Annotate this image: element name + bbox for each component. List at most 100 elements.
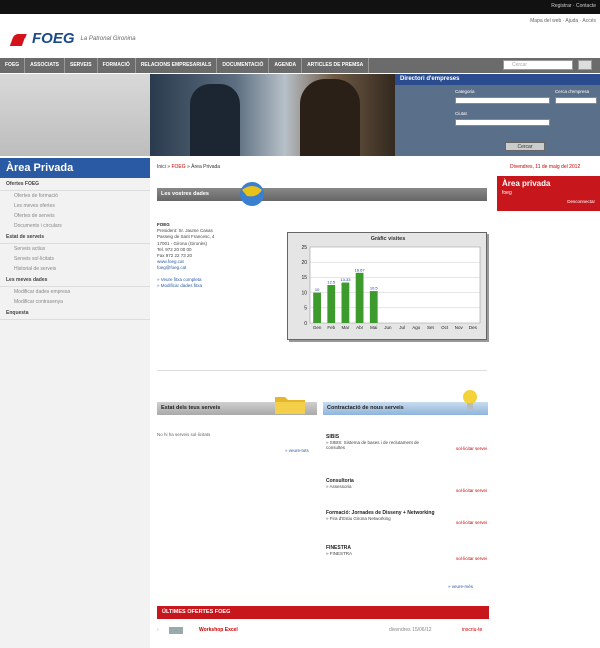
sidebar-section[interactable]: Estat de serveis: [0, 231, 150, 244]
nav-item[interactable]: AGENDA: [269, 58, 303, 73]
sidebar-item[interactable]: Serveis actius: [0, 244, 150, 254]
nav-item[interactable]: RELACIONS EMPRESARIALS: [136, 58, 218, 73]
y-tick-label: 25: [301, 245, 307, 251]
breadcrumb-current: » Àrea Privada: [187, 164, 221, 170]
sidebar-item[interactable]: Modificar contrasenya: [0, 297, 150, 307]
nav-item[interactable]: DOCUMENTACIÓ: [217, 58, 270, 73]
request-service-link[interactable]: sol·licitar servei: [450, 488, 487, 493]
top-links[interactable]: Registrar · Contacte: [551, 3, 596, 9]
service-group: Formació: Jornades de Disseny + Networki…: [326, 510, 451, 521]
x-tick-label: Gen: [313, 325, 322, 330]
directory-label: Cerca d'empresa: [555, 89, 590, 94]
divider: [157, 370, 487, 371]
bar: [327, 285, 336, 323]
data-label: 10: [315, 287, 320, 292]
breadcrumb-prefix[interactable]: Inici »: [157, 164, 170, 170]
sidebar-section[interactable]: Les meves dades: [0, 274, 150, 287]
x-tick-label: Des: [469, 325, 478, 330]
x-tick-label: Jun: [384, 325, 392, 330]
search-icon[interactable]: [578, 60, 592, 70]
banner-left-panel: [0, 74, 150, 156]
private-area-box: Àrea privada foeg Desconnectar: [497, 176, 600, 211]
section-header: Les vostres dades: [157, 188, 487, 201]
nav-item[interactable]: ARTICLES DE PREMSA: [302, 58, 370, 73]
offer-title[interactable]: Workshop Excel: [199, 627, 238, 633]
current-date: Divendres, 11 de maig del 2012: [510, 164, 581, 170]
bar: [369, 291, 378, 323]
folder-icon: [275, 397, 305, 414]
x-tick-label: Mai: [370, 325, 377, 330]
view-more-link[interactable]: » veure-més: [448, 584, 473, 589]
sidebar-section[interactable]: Enquesta: [0, 307, 150, 320]
data-label: 10.5: [370, 286, 379, 291]
breadcrumb: Inici » FOEG » Àrea Privada: [157, 164, 220, 170]
request-service-link[interactable]: sol·licitar servei: [450, 520, 487, 525]
x-tick-label: Jul: [399, 325, 405, 330]
bullet-icon: ›: [157, 627, 159, 633]
request-service-link[interactable]: sol·licitar servei: [450, 446, 487, 451]
foeg-logo-icon: [10, 32, 30, 46]
username: foeg: [502, 190, 512, 196]
sidebar-item[interactable]: Les meves ofertes: [0, 201, 150, 211]
directory-search-button[interactable]: Cercar: [505, 142, 545, 151]
y-tick-label: 0: [304, 321, 307, 327]
brand-name: FOEG: [32, 30, 75, 47]
sidebar-item[interactable]: Historial de serveis: [0, 264, 150, 274]
sidebar-item[interactable]: Ofertes de serveis: [0, 211, 150, 221]
x-tick-label: Ago: [412, 325, 421, 330]
plot-area: [309, 246, 481, 324]
utility-links[interactable]: Mapa del web · Ajuda · Accés: [530, 18, 596, 24]
bar: [355, 272, 364, 323]
banner-image: [150, 74, 395, 156]
logout-link[interactable]: Desconnectar: [502, 199, 595, 204]
logo[interactable]: FOEG La Patronal Gironina: [10, 30, 136, 47]
directory-title: Directori d'empreses: [395, 74, 600, 85]
edit-profile-link[interactable]: » Modificar dades fitxa: [157, 283, 215, 289]
bar: [341, 282, 350, 323]
lightbulb-icon: [463, 390, 477, 409]
service-group: Consultoria» Assessoria: [326, 478, 426, 489]
request-service-link[interactable]: sol·licitar servei: [450, 556, 487, 561]
x-tick-label: Feb: [327, 325, 335, 330]
offer-row[interactable]: › Workshop Excel divendres 15/06/12 insc…: [157, 627, 489, 637]
x-tick-label: Set: [427, 325, 435, 330]
bar: [313, 292, 321, 323]
city-select[interactable]: [455, 119, 550, 126]
sidebar-item[interactable]: Serveis sol·licitats: [0, 254, 150, 264]
top-bar: [0, 0, 600, 14]
nav-item[interactable]: ASSOCIATS: [25, 58, 65, 73]
service-item[interactable]: » Fira d'Estiu Girona Networking: [326, 516, 391, 521]
sidebar-item[interactable]: Ofertes de formació: [0, 191, 150, 201]
chart-svg: 0 5 10 15 20 25 10 Gen 12.5 Feb 13.33 Mar 16.67 Abr 10…: [301, 245, 481, 330]
category-select[interactable]: [455, 97, 550, 104]
sidebar-title: Àrea Privada: [0, 158, 150, 178]
x-tick-label: Oct: [441, 325, 449, 330]
data-label: 12.5: [327, 280, 336, 285]
info-line: Passeig de Sant Francesc, 4: [157, 234, 215, 240]
service-group: SIBIS» SIBIS: Sistema de bases i de recl…: [326, 434, 426, 450]
view-all-link[interactable]: » veure-tots: [285, 448, 309, 453]
offer-link[interactable]: inscriu-te: [462, 627, 482, 633]
x-tick-label: Nov: [455, 325, 464, 330]
company-info: FOEG President: Sr. Jaume Casas Passeig …: [157, 222, 215, 289]
search-input[interactable]: Cercar: [503, 60, 573, 70]
directory-label: Categoria: [455, 89, 475, 94]
y-tick-label: 15: [301, 275, 307, 281]
sidebar-section[interactable]: Ofertes FOEG: [0, 178, 150, 191]
service-item[interactable]: » Assessoria: [326, 484, 352, 489]
service-item[interactable]: » SIBIS: Sistema de bases i de reclutame…: [326, 440, 419, 450]
y-tick-label: 5: [304, 306, 307, 312]
y-tick-label: 20: [301, 260, 307, 266]
nav-item[interactable]: FOEG: [0, 58, 26, 73]
sidebar-item[interactable]: Documents i circulars: [0, 221, 150, 231]
breadcrumb-link[interactable]: FOEG: [171, 164, 185, 170]
service-group: FINESTRA» FINESTRA: [326, 545, 426, 556]
nav-item[interactable]: FORMACIÓ: [98, 58, 136, 73]
nav-item[interactable]: SERVEIS: [65, 58, 98, 73]
company-search-field[interactable]: [555, 97, 597, 104]
brand-tagline: La Patronal Gironina: [80, 35, 136, 42]
service-item[interactable]: » FINESTRA: [326, 551, 352, 556]
info-line: 17001 - Girona (Gironès): [157, 240, 208, 246]
sidebar-item[interactable]: Modificar dades empresa: [0, 287, 150, 297]
globe-icon: [240, 182, 264, 206]
